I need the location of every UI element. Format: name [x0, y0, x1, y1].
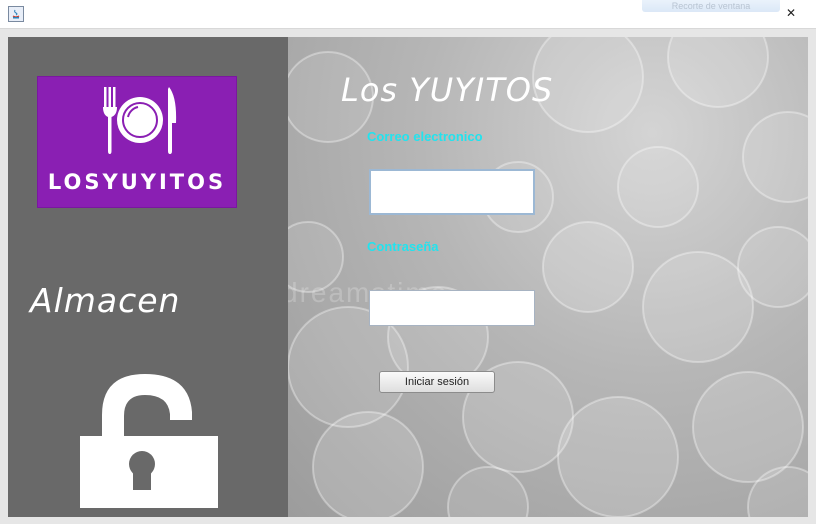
logo-wordmark: LOSYUYITOS: [48, 170, 226, 194]
password-label: Contraseña: [367, 239, 439, 254]
login-panel: dreamstime Los YUYITOS Correo electronic…: [288, 37, 808, 517]
email-field[interactable]: [369, 169, 535, 215]
email-label: Correo electronico: [367, 129, 483, 144]
left-panel: LOSYUYITOS Almacen: [8, 37, 288, 517]
plate-cutlery-icon: LOSYUYITOS: [48, 87, 226, 194]
app-title: Los YUYITOS: [341, 71, 554, 109]
login-window-content: LOSYUYITOS Almacen Los YUYITOS Correo el…: [8, 37, 808, 517]
login-button[interactable]: Iniciar sesión: [379, 371, 495, 393]
unlock-icon: [80, 374, 218, 508]
window-titlebar: Recorte de ventana ✕: [0, 0, 816, 29]
password-field[interactable]: [369, 290, 535, 326]
brand-logo: LOSYUYITOS: [38, 77, 236, 207]
window-frame: LOSYUYITOS Almacen Los YUYITOS Correo el…: [0, 29, 816, 524]
snip-tool-label: Recorte de ventana: [642, 0, 780, 12]
close-button[interactable]: ✕: [784, 6, 798, 20]
section-title: Almacen: [30, 281, 181, 320]
java-app-icon: [8, 6, 24, 22]
